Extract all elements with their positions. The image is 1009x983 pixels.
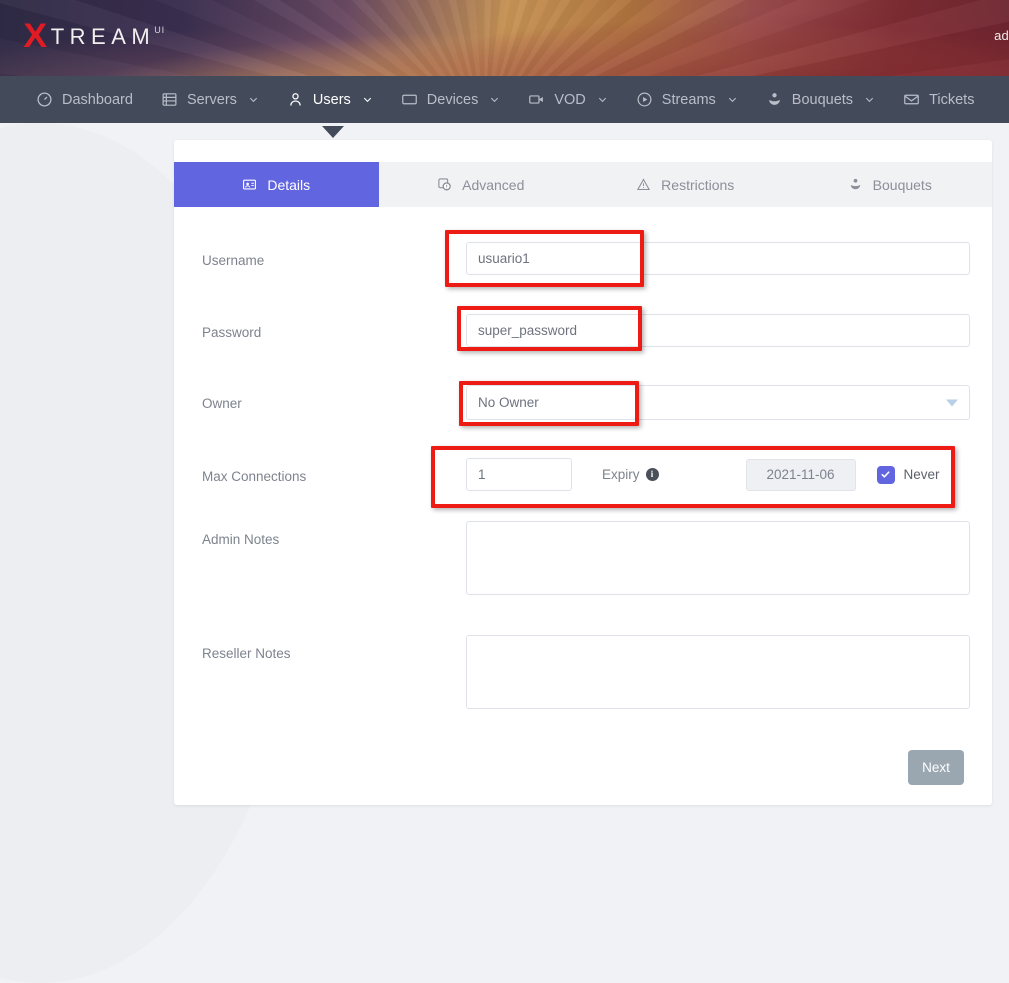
label-owner: Owner [202, 385, 466, 411]
id-card-icon [242, 177, 257, 192]
form-row-username: Username [174, 242, 992, 275]
video-icon [528, 91, 545, 108]
field-password [466, 314, 970, 347]
nav-item-tickets[interactable]: Tickets [889, 76, 988, 123]
nav-item-streams[interactable]: Streams [622, 76, 752, 123]
tab-restrictions[interactable]: Restrictions [583, 162, 788, 207]
flower-icon [848, 177, 863, 192]
expiry-date-input[interactable] [746, 459, 856, 491]
monitor-icon [401, 91, 418, 108]
chevron-down-icon [489, 94, 500, 105]
tab-label-details: Details [267, 177, 310, 193]
nav-item-servers[interactable]: Servers [147, 76, 273, 123]
nav-label-devices: Devices [427, 92, 479, 108]
dropdown-pointer-caret [322, 126, 344, 138]
username-input[interactable] [466, 242, 970, 275]
server-icon [161, 91, 178, 108]
password-input[interactable] [466, 314, 970, 347]
admin-notes-textarea[interactable] [466, 521, 970, 595]
form-row-max-connections: Max Connections Expiry i [174, 458, 992, 491]
nav-label-vod: VOD [554, 92, 585, 108]
owner-select[interactable]: No Owner [466, 385, 970, 420]
never-label: Never [904, 467, 940, 482]
nav-item-bouquets[interactable]: Bouquets [752, 76, 889, 123]
nav-label-servers: Servers [187, 92, 237, 108]
info-icon[interactable]: i [646, 468, 659, 481]
owner-selected-value: No Owner [478, 395, 539, 410]
nav-item-vod[interactable]: VOD [514, 76, 621, 123]
app-header: X TREAM UI ad [0, 0, 1009, 76]
logo-x-mark: X [23, 21, 47, 51]
nav-item-devices[interactable]: Devices [387, 76, 515, 123]
tab-details[interactable]: Details [174, 162, 379, 207]
label-username: Username [202, 242, 466, 268]
account-menu-label[interactable]: ad [994, 28, 1009, 43]
chevron-down-icon [362, 94, 373, 105]
expiry-text: Expiry [602, 467, 640, 482]
chevron-down-icon [946, 399, 958, 406]
nav-label-dashboard: Dashboard [62, 92, 133, 108]
label-expiry: Expiry i [602, 467, 659, 482]
play-circle-icon [636, 91, 653, 108]
field-owner: No Owner [466, 385, 970, 420]
chevron-down-icon [864, 94, 875, 105]
max-connections-input[interactable] [466, 458, 572, 491]
nav-label-users: Users [313, 92, 351, 108]
label-password: Password [202, 314, 466, 340]
xtream-ui-logo[interactable]: X TREAM UI [24, 21, 165, 53]
logo-superscript: UI [154, 24, 165, 36]
reseller-notes-textarea[interactable] [466, 635, 970, 709]
envelope-icon [903, 91, 920, 108]
tab-bouquets[interactable]: Bouquets [788, 162, 993, 207]
nav-label-streams: Streams [662, 92, 716, 108]
nav-label-bouquets: Bouquets [792, 92, 853, 108]
form-row-password: Password [174, 314, 992, 347]
settings-icon [437, 177, 452, 192]
label-reseller-notes: Reseller Notes [202, 635, 466, 661]
form-row-admin-notes: Admin Notes [174, 521, 992, 600]
form-row-reseller-notes: Reseller Notes [174, 635, 992, 714]
tab-advanced[interactable]: Advanced [379, 162, 584, 207]
user-form-card: Details Advanced [174, 140, 992, 805]
field-admin-notes [466, 521, 970, 600]
chevron-down-icon [727, 94, 738, 105]
label-max-connections: Max Connections [202, 458, 466, 484]
next-button[interactable]: Next [908, 750, 964, 785]
main-navigation: Dashboard Servers Users D [0, 76, 1009, 123]
chevron-down-icon [248, 94, 259, 105]
logo-wordmark: TREAM [51, 21, 156, 53]
tab-label-restrictions: Restrictions [661, 177, 734, 193]
label-admin-notes: Admin Notes [202, 521, 466, 547]
chevron-down-icon [597, 94, 608, 105]
form-row-owner: Owner No Owner [174, 385, 992, 420]
user-icon [287, 91, 304, 108]
tab-label-advanced: Advanced [462, 177, 524, 193]
details-form: Username Password Owner No Owner Ma [174, 207, 992, 714]
field-username [466, 242, 970, 275]
nav-item-dashboard[interactable]: Dashboard [22, 76, 147, 123]
nav-item-users[interactable]: Users [273, 76, 387, 123]
nav-label-tickets: Tickets [929, 92, 974, 108]
field-reseller-notes [466, 635, 970, 714]
form-tab-bar: Details Advanced [174, 162, 992, 207]
tab-label-bouquets: Bouquets [873, 177, 932, 193]
warning-icon [636, 177, 651, 192]
field-max-connections: Expiry i Never [466, 458, 964, 491]
gauge-icon [36, 91, 53, 108]
flower-icon [766, 91, 783, 108]
never-checkbox-group[interactable]: Never [877, 466, 940, 484]
never-checkbox[interactable] [877, 466, 895, 484]
